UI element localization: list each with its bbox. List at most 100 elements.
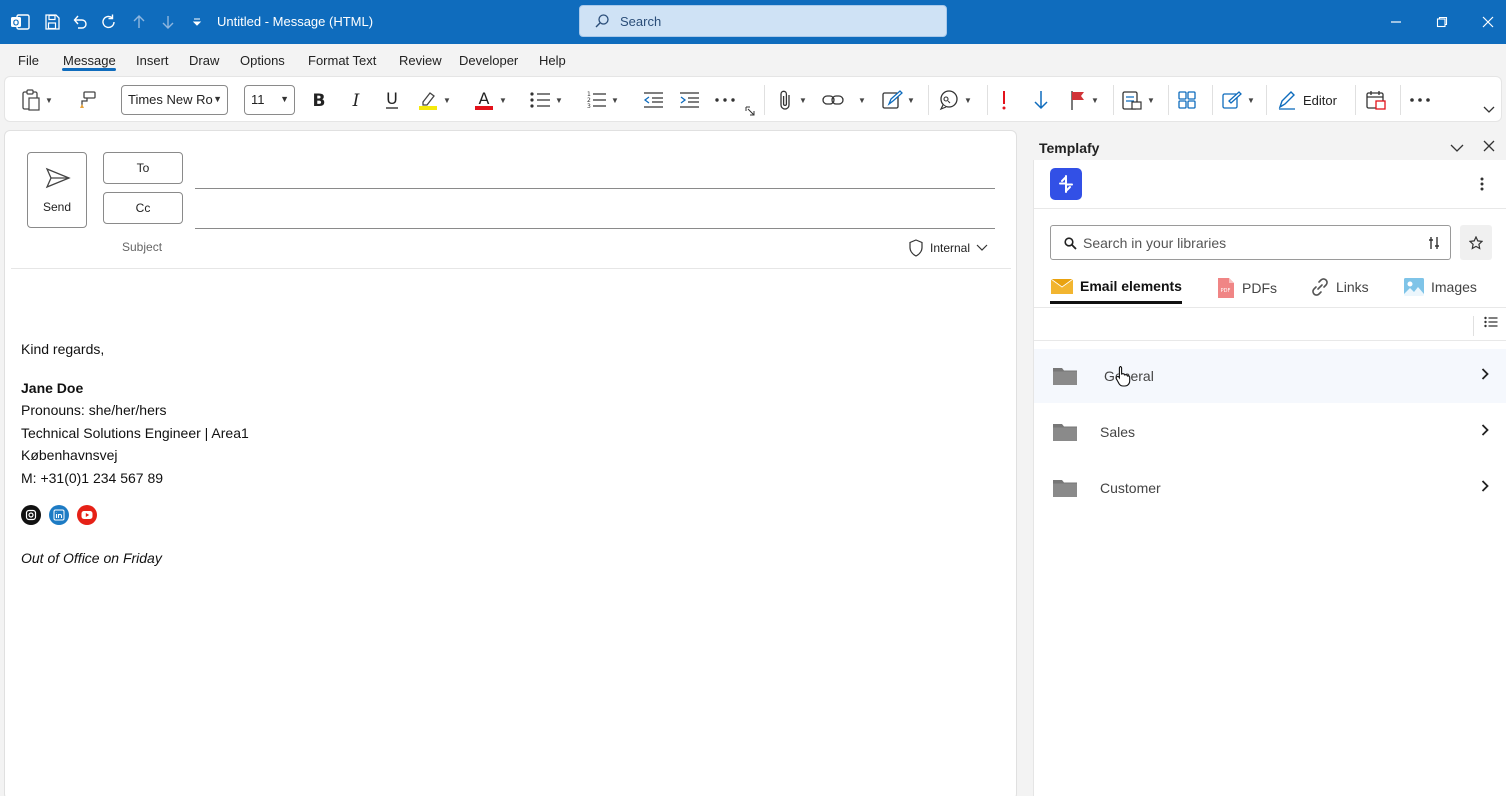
folder-general[interactable]: General [1034, 349, 1506, 403]
bullets-button[interactable]: ▼ [529, 87, 563, 113]
customize-toolbar-icon[interactable] [185, 10, 209, 34]
tab-images[interactable]: Images [1403, 277, 1477, 297]
view-toggle-icon[interactable] [1473, 316, 1501, 336]
chevron-down-icon[interactable]: ▼ [611, 96, 619, 105]
instagram-icon[interactable] [21, 505, 41, 525]
divider [928, 85, 929, 115]
tab-email-elements[interactable]: Email elements [1050, 277, 1182, 295]
chevron-down-icon[interactable]: ▼ [45, 96, 53, 105]
paste-button[interactable]: ▼ [21, 87, 53, 113]
cc-button[interactable]: Cc [103, 192, 183, 224]
to-field[interactable] [195, 188, 995, 189]
tab-label: Links [1336, 279, 1369, 295]
redo-icon[interactable] [97, 10, 121, 34]
chevron-down-icon[interactable]: ▼ [555, 96, 563, 105]
menu-review[interactable]: Review [399, 53, 442, 68]
previous-item-icon[interactable] [127, 10, 151, 34]
pane-title: Templafy [1039, 140, 1100, 156]
filter-icon[interactable] [1428, 236, 1440, 250]
chevron-down-icon[interactable]: ▼ [1147, 96, 1155, 105]
format-painter-button[interactable] [77, 87, 97, 113]
low-importance-button[interactable] [1033, 87, 1049, 113]
more-formatting-icon[interactable] [714, 87, 736, 113]
send-button[interactable]: Send [27, 152, 87, 228]
tab-pdfs[interactable]: PDF PDFs [1216, 277, 1277, 299]
editor-button[interactable]: Editor [1277, 87, 1337, 113]
chevron-down-icon: ▼ [280, 94, 289, 104]
chevron-down-icon[interactable]: ▼ [907, 96, 915, 105]
dialog-launcher-icon[interactable] [745, 105, 755, 117]
attach-file-button[interactable]: ▼ [777, 87, 807, 113]
menu-help[interactable]: Help [539, 53, 566, 68]
menu-format-text[interactable]: Format Text [308, 53, 376, 68]
insert-link-button[interactable]: ▼ [822, 87, 866, 113]
folder-icon [1052, 422, 1078, 445]
comment-button[interactable]: ▼ [938, 87, 972, 113]
menu-message[interactable]: Message [63, 53, 116, 68]
divider [1168, 85, 1169, 115]
designer-button[interactable]: ▼ [1221, 87, 1255, 113]
italic-button[interactable]: I [348, 87, 364, 113]
subject-label[interactable]: Subject [122, 240, 162, 254]
search-icon [1064, 237, 1077, 250]
undo-icon[interactable] [68, 10, 92, 34]
menu-insert[interactable]: Insert [136, 53, 169, 68]
chevron-down-icon[interactable]: ▼ [799, 96, 807, 105]
favorites-button[interactable] [1460, 225, 1492, 260]
minimize-button[interactable] [1384, 10, 1408, 34]
decrease-indent-button[interactable] [642, 87, 664, 113]
font-color-button[interactable]: A ▼ [473, 87, 507, 113]
follow-up-flag-button[interactable]: ▼ [1069, 87, 1099, 113]
chevron-down-icon[interactable]: ▼ [858, 96, 866, 105]
numbering-button[interactable]: 123 ▼ [585, 87, 619, 113]
folder-customer[interactable]: Customer [1034, 461, 1506, 515]
highlight-button[interactable]: ▼ [417, 87, 451, 113]
svg-text:A: A [479, 89, 490, 108]
pane-options-icon[interactable] [1450, 141, 1464, 156]
sensitivity-dropdown[interactable]: Internal [908, 239, 988, 257]
divider [1400, 85, 1401, 115]
to-button[interactable]: To [103, 152, 183, 184]
menu-options[interactable]: Options [240, 53, 285, 68]
font-size-select[interactable]: 11 ▼ [244, 85, 295, 115]
increase-indent-button[interactable] [678, 87, 700, 113]
menu-file[interactable]: File [18, 53, 39, 68]
next-item-icon[interactable] [156, 10, 180, 34]
folder-icon [1052, 366, 1078, 389]
font-name-select[interactable]: Times New Ro ▼ [121, 85, 228, 115]
bold-button[interactable]: B [311, 87, 327, 113]
close-button[interactable] [1476, 10, 1500, 34]
chevron-down-icon[interactable]: ▼ [1091, 96, 1099, 105]
search-box[interactable]: Search [579, 5, 947, 37]
expand-ribbon-icon[interactable] [1483, 97, 1495, 123]
compose-pane: Send To Cc Subject Internal Kind regards… [4, 130, 1017, 796]
signature-button[interactable]: ▼ [881, 87, 915, 113]
menu-developer[interactable]: Developer [459, 53, 518, 68]
active-tab-indicator [62, 68, 116, 71]
templates-button[interactable]: ▼ [1121, 87, 1155, 113]
chevron-down-icon[interactable]: ▼ [443, 96, 451, 105]
schedule-button[interactable] [1365, 87, 1387, 113]
window-title: Untitled - Message (HTML) [217, 14, 374, 29]
chevron-down-icon[interactable]: ▼ [964, 96, 972, 105]
more-commands-icon[interactable] [1409, 87, 1431, 113]
save-icon[interactable] [40, 10, 64, 34]
high-importance-button[interactable] [999, 87, 1009, 113]
restore-button[interactable] [1430, 10, 1454, 34]
envelope-icon [1050, 277, 1074, 295]
chevron-down-icon[interactable]: ▼ [1247, 96, 1255, 105]
signature-pronouns: Pronouns: she/her/hers [21, 402, 167, 418]
apps-button[interactable] [1177, 87, 1197, 113]
menu-draw[interactable]: Draw [189, 53, 219, 68]
folder-sales[interactable]: Sales [1034, 405, 1506, 459]
cc-field[interactable] [195, 228, 995, 229]
pane-close-icon[interactable] [1483, 140, 1495, 155]
linkedin-icon[interactable] [49, 505, 69, 525]
more-options-icon[interactable] [1480, 177, 1484, 194]
svg-text:U: U [386, 90, 398, 108]
underline-button[interactable]: U [384, 87, 400, 113]
library-search-input[interactable]: Search in your libraries [1050, 225, 1451, 260]
chevron-down-icon[interactable]: ▼ [499, 96, 507, 105]
youtube-icon[interactable] [77, 505, 97, 525]
tab-links[interactable]: Links [1310, 277, 1369, 297]
